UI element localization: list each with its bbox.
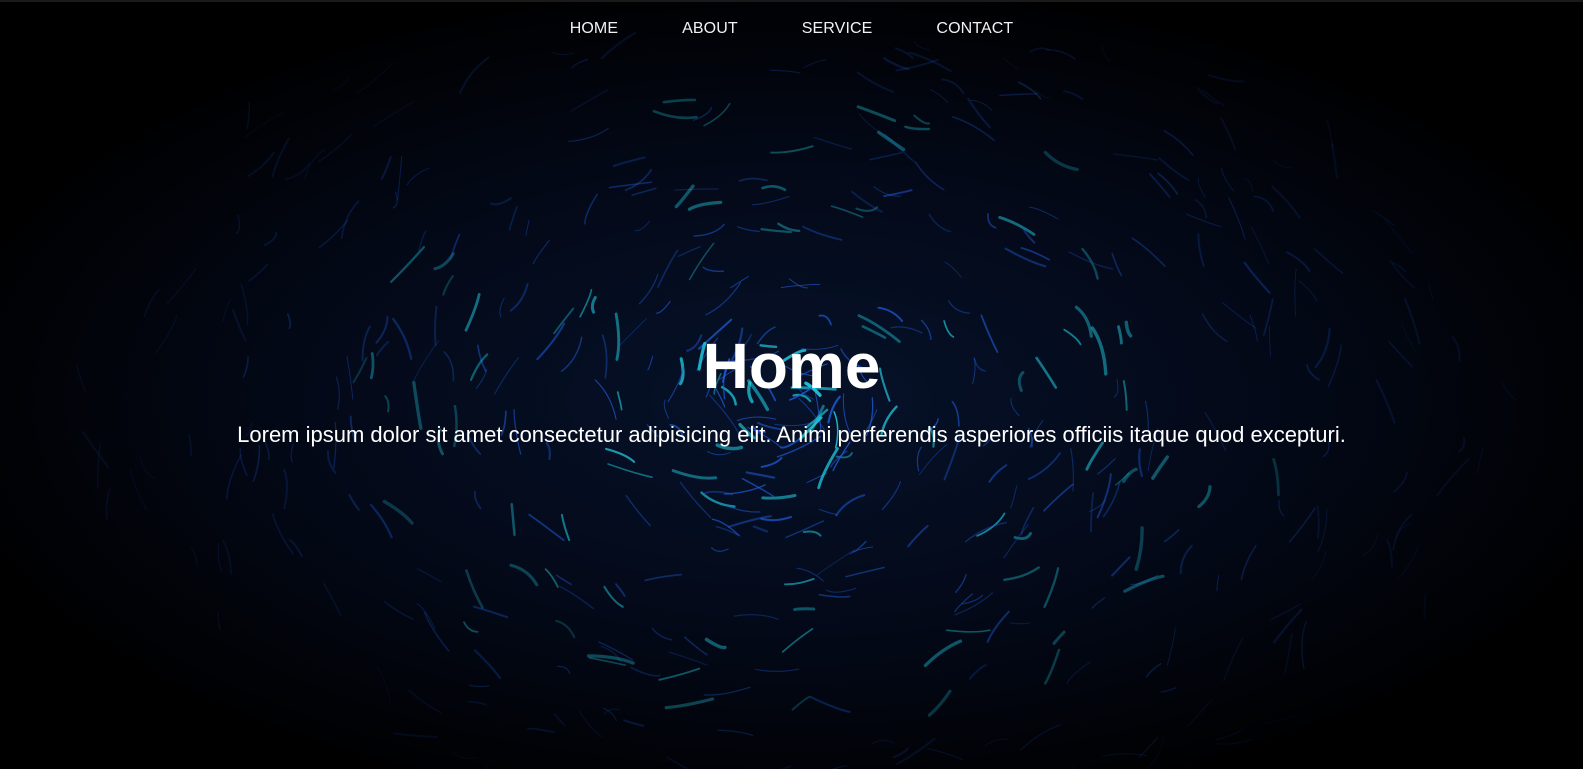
hero-title: Home bbox=[702, 330, 881, 402]
nav-link-service[interactable]: SERVICE bbox=[802, 19, 873, 41]
nav-link-contact[interactable]: CONTACT bbox=[936, 19, 1013, 41]
nav-link-about[interactable]: ABOUT bbox=[682, 19, 738, 41]
nav-link-home[interactable]: HOME bbox=[570, 19, 618, 41]
main-nav: HOME ABOUT SERVICE CONTACT bbox=[0, 19, 1583, 41]
hero-subtitle: Lorem ipsum dolor sit amet consectetur a… bbox=[237, 422, 1346, 447]
hero-section: HOME ABOUT SERVICE CONTACT Home Lorem ip… bbox=[0, 0, 1583, 769]
top-border bbox=[0, 0, 1583, 2]
light-streak bbox=[793, 607, 816, 612]
